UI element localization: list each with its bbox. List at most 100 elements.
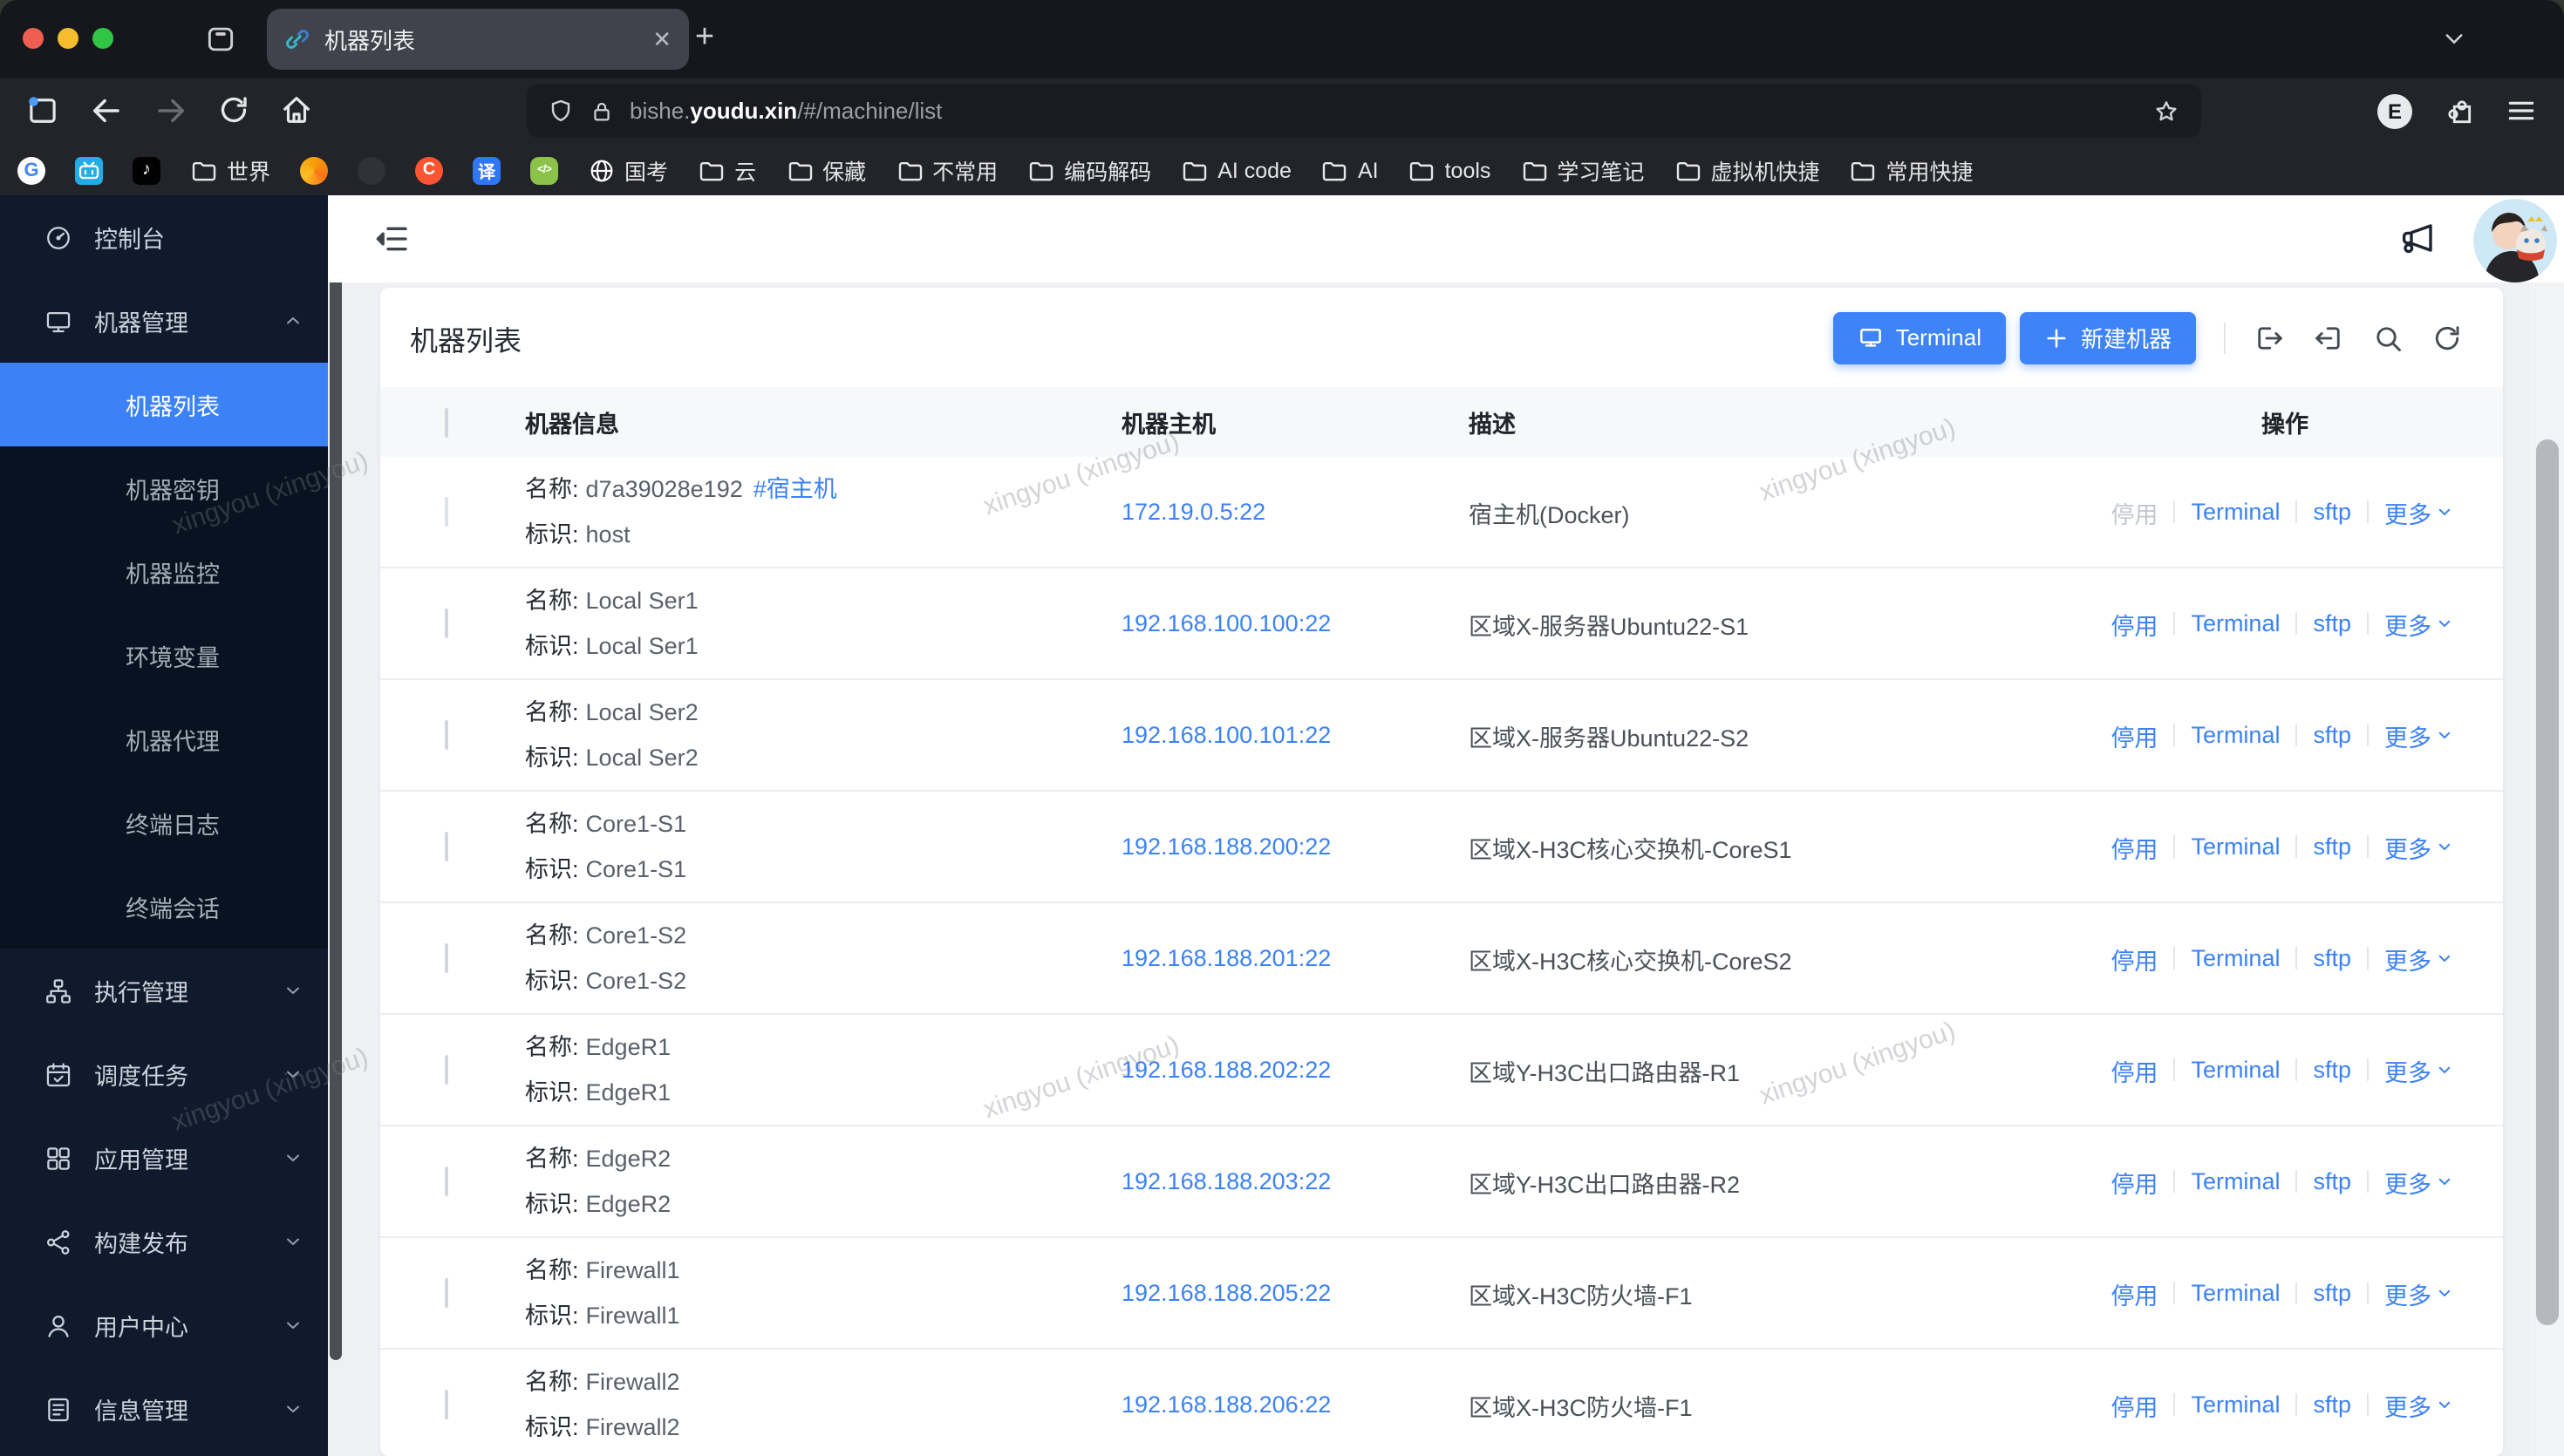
terminal-action[interactable]: Terminal — [2191, 499, 2280, 525]
extension-e-badge[interactable]: E — [2377, 94, 2412, 129]
sidebar-item-5[interactable]: 构建发布 — [0, 1200, 328, 1283]
more-action[interactable]: 更多 — [2384, 941, 2452, 976]
disable-action[interactable]: 停用 — [2111, 1164, 2158, 1199]
more-action[interactable]: 更多 — [2384, 1164, 2452, 1199]
disable-action[interactable]: 停用 — [2111, 718, 2158, 752]
host-link[interactable]: 172.19.0.5:22 — [1122, 499, 1265, 525]
row-checkbox[interactable] — [445, 609, 448, 638]
more-action[interactable]: 更多 — [2384, 606, 2452, 641]
bookmark-guokao[interactable]: 国考 — [588, 153, 668, 187]
bookmark-star-icon[interactable] — [2152, 97, 2180, 125]
sftp-action[interactable]: sftp — [2313, 1391, 2351, 1418]
extensions-puzzle-icon[interactable] — [2442, 94, 2475, 127]
page-scrollbar-thumb[interactable] — [2536, 439, 2559, 1325]
tab-list-chevron-icon[interactable] — [2442, 26, 2466, 51]
sftp-action[interactable]: sftp — [2313, 1057, 2351, 1083]
terminal-action[interactable]: Terminal — [2191, 945, 2280, 971]
terminal-action[interactable]: Terminal — [2191, 1057, 2280, 1083]
home-button[interactable] — [279, 92, 314, 127]
bookmark-bilibili[interactable] — [75, 156, 103, 184]
disable-action[interactable]: 停用 — [2111, 941, 2158, 976]
bookmark-tools[interactable]: tools — [1408, 156, 1490, 184]
sftp-action[interactable]: sftp — [2313, 833, 2351, 860]
select-all-checkbox[interactable] — [445, 407, 448, 437]
sidebar-subitem-2[interactable]: 机器监控 — [0, 530, 328, 614]
row-checkbox[interactable] — [445, 1055, 448, 1085]
bookmark-csdn[interactable]: C — [415, 156, 444, 184]
import-icon[interactable] — [2313, 322, 2344, 353]
bookmark-buchangyong[interactable]: 不常用 — [896, 153, 998, 187]
host-tag-link[interactable]: #宿主机 — [754, 478, 837, 501]
url-bar[interactable]: bishe.youdu.xin/#/machine/list — [527, 84, 2201, 138]
bookmark-github[interactable] — [358, 156, 386, 184]
more-action[interactable]: 更多 — [2384, 494, 2452, 529]
sidebar-item-6[interactable]: 用户中心 — [0, 1283, 328, 1367]
disable-action[interactable]: 停用 — [2111, 1052, 2158, 1087]
row-checkbox[interactable] — [445, 943, 448, 973]
bookmark-code[interactable]: </> — [530, 156, 559, 184]
host-link[interactable]: 192.168.188.206:22 — [1122, 1391, 1331, 1418]
more-action[interactable]: 更多 — [2384, 1052, 2452, 1087]
terminal-action[interactable]: Terminal — [2191, 1280, 2280, 1306]
sidebar-subitem-0[interactable]: 机器列表 — [0, 363, 328, 446]
bookmark-cykj[interactable]: 常用快捷 — [1849, 153, 1974, 187]
sftp-action[interactable]: sftp — [2313, 1168, 2351, 1194]
more-action[interactable]: 更多 — [2384, 1387, 2452, 1422]
bookmark-baocang[interactable]: 保藏 — [786, 153, 866, 187]
collapse-sidebar-icon[interactable] — [375, 221, 410, 256]
terminal-button[interactable]: Terminal — [1832, 311, 2006, 364]
zoom-window-button[interactable] — [92, 28, 113, 49]
disable-action[interactable]: 停用 — [2111, 1276, 2158, 1310]
terminal-action[interactable]: Terminal — [2191, 1391, 2280, 1418]
bookmark-yun[interactable]: 云 — [698, 153, 756, 187]
sftp-action[interactable]: sftp — [2313, 722, 2351, 748]
sidebar-subitem-6[interactable]: 终端会话 — [0, 865, 328, 949]
host-link[interactable]: 192.168.188.203:22 — [1122, 1168, 1331, 1194]
sidebar-subitem-1[interactable]: 机器密钥 — [0, 446, 328, 530]
refresh-icon[interactable] — [2431, 322, 2463, 353]
sidebar-item-1[interactable]: 机器管理 — [0, 279, 328, 363]
bookmark-xuexi[interactable]: 学习笔记 — [1520, 153, 1644, 187]
sftp-action[interactable]: sftp — [2313, 945, 2351, 971]
row-checkbox[interactable] — [445, 1390, 448, 1419]
browser-tab[interactable]: 机器列表 ✕ — [267, 9, 689, 70]
sidebar-item-7[interactable]: 信息管理 — [0, 1367, 328, 1451]
lock-icon[interactable] — [590, 99, 614, 123]
sidebar-subitem-5[interactable]: 终端日志 — [0, 781, 328, 865]
terminal-action[interactable]: Terminal — [2191, 610, 2280, 636]
more-action[interactable]: 更多 — [2384, 1276, 2452, 1310]
minimize-window-button[interactable] — [58, 28, 78, 49]
bookmark-google[interactable]: G — [17, 156, 45, 184]
row-checkbox[interactable] — [445, 720, 448, 750]
disable-action[interactable]: 停用 — [2111, 829, 2158, 864]
user-avatar[interactable] — [2473, 199, 2557, 282]
bookmark-tiktok[interactable]: ♪ — [133, 156, 160, 184]
host-link[interactable]: 192.168.188.200:22 — [1122, 833, 1331, 860]
sidebar-subitem-3[interactable]: 环境变量 — [0, 614, 328, 697]
sidebar-item-4[interactable]: 应用管理 — [0, 1116, 328, 1200]
create-machine-button[interactable]: 新建机器 — [2019, 311, 2196, 364]
host-link[interactable]: 192.168.100.100:22 — [1122, 610, 1331, 636]
back-button[interactable] — [87, 92, 124, 129]
sftp-action[interactable]: sftp — [2313, 1280, 2351, 1306]
row-checkbox[interactable] — [445, 832, 448, 861]
export-icon[interactable] — [2254, 322, 2285, 353]
sidebar-subitem-4[interactable]: 机器代理 — [0, 697, 328, 781]
more-action[interactable]: 更多 — [2384, 829, 2452, 864]
sidebar-item-0[interactable]: 控制台 — [0, 195, 328, 279]
bookmark-vmkj[interactable]: 虚拟机快捷 — [1674, 153, 1819, 187]
more-action[interactable]: 更多 — [2384, 718, 2452, 752]
reload-button[interactable] — [216, 92, 251, 127]
host-link[interactable]: 192.168.100.101:22 — [1122, 722, 1331, 748]
terminal-action[interactable]: Terminal — [2191, 833, 2280, 860]
forward-button[interactable] — [153, 92, 190, 129]
terminal-action[interactable]: Terminal — [2191, 722, 2280, 748]
terminal-action[interactable]: Terminal — [2191, 1168, 2280, 1194]
close-window-button[interactable] — [23, 28, 44, 49]
bookmark-aicode[interactable]: AI code — [1181, 156, 1292, 184]
sidebar-item-2[interactable]: 执行管理 — [0, 949, 328, 1032]
bookmark-translate[interactable]: 译 — [473, 156, 501, 184]
firefox-view-icon[interactable] — [24, 92, 61, 129]
disable-action[interactable]: 停用 — [2111, 1387, 2158, 1422]
disable-action[interactable]: 停用 — [2111, 494, 2158, 529]
